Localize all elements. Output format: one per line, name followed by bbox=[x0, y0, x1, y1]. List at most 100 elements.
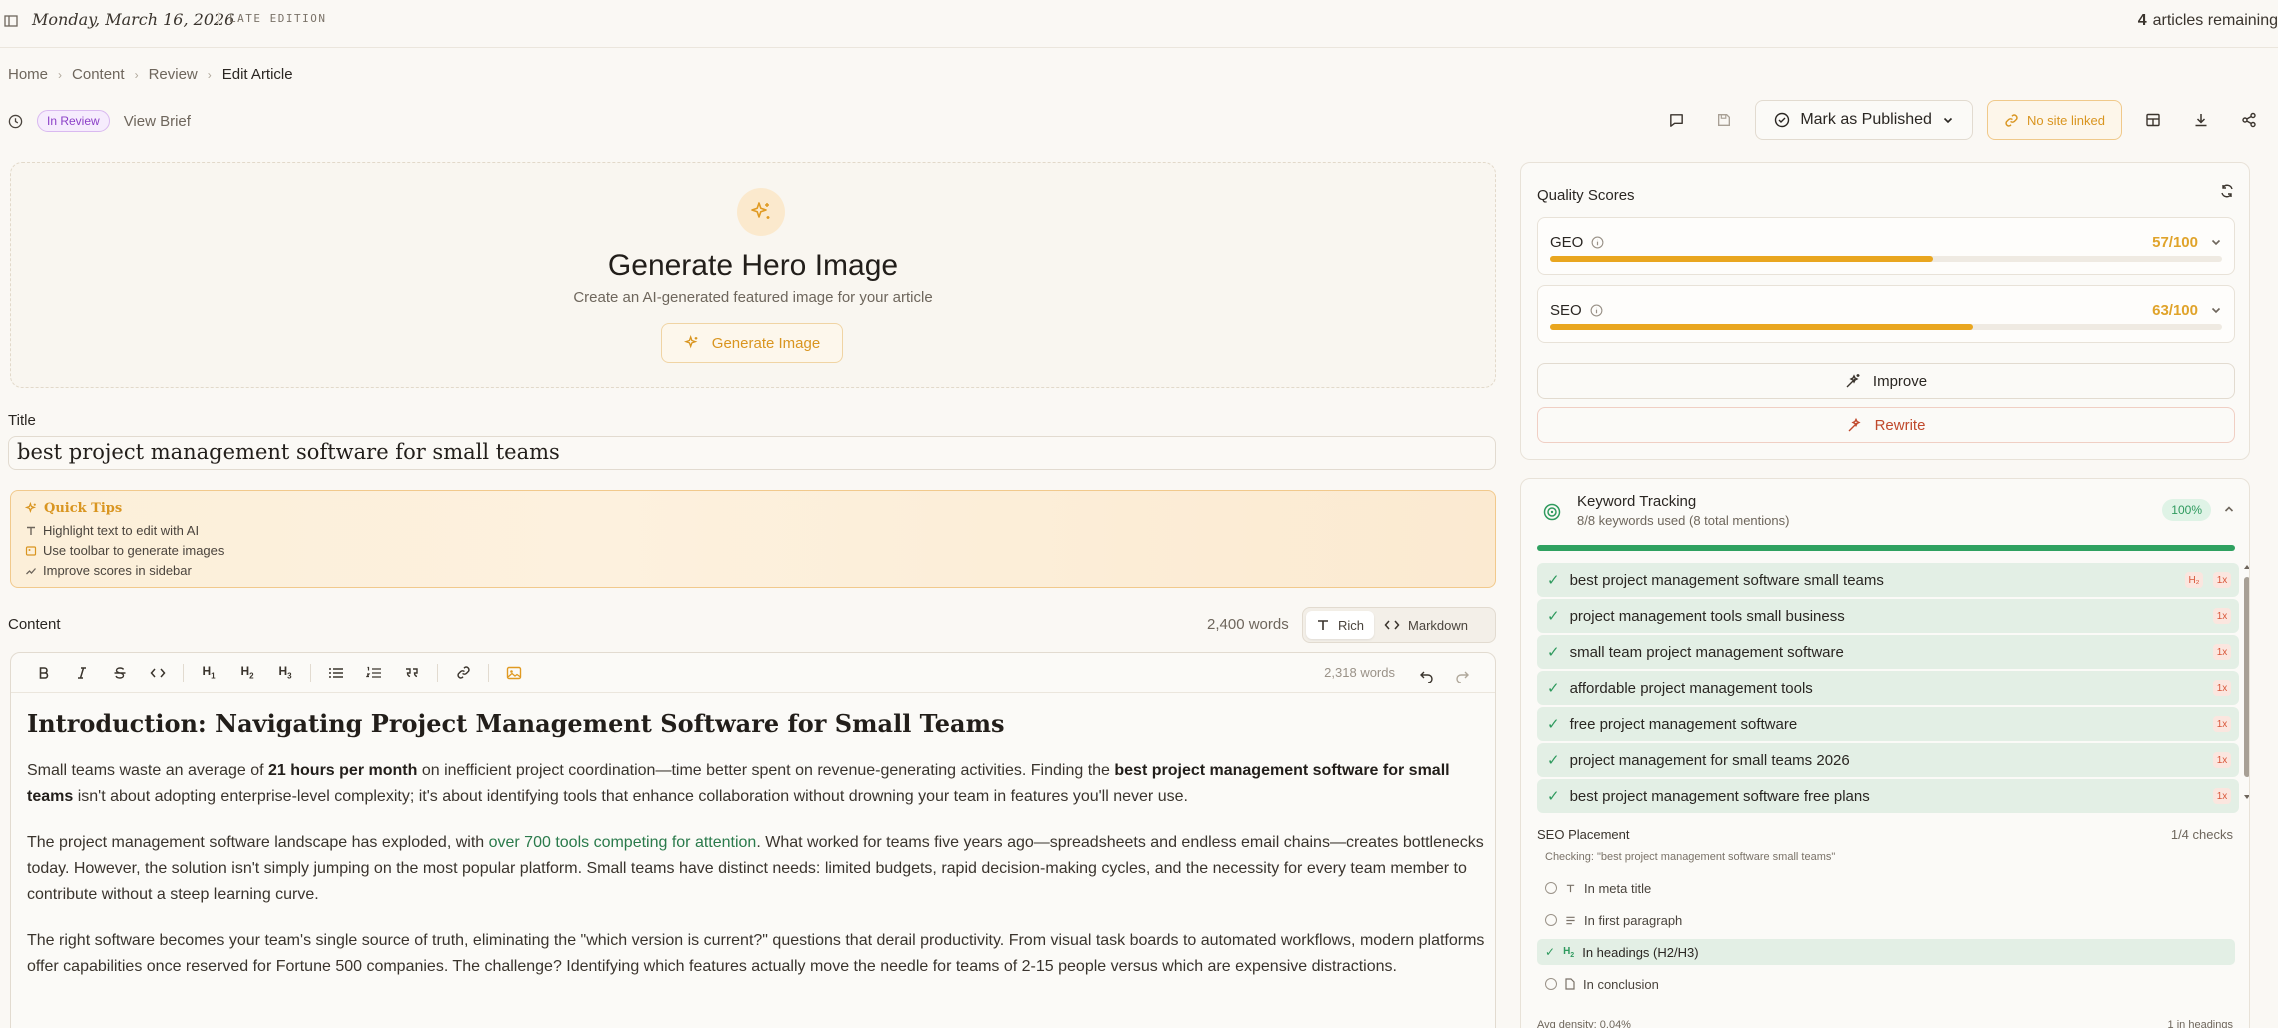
editor-toolbar: H1 H2 H3 bbox=[11, 653, 1495, 693]
layout-icon bbox=[2145, 112, 2161, 128]
breadcrumb-content[interactable]: Content bbox=[72, 66, 125, 83]
download-button[interactable] bbox=[2184, 102, 2218, 138]
tip-item: Use toolbar to generate images bbox=[25, 543, 224, 558]
insert-image-button[interactable] bbox=[495, 658, 533, 688]
article-toolbar: Mark as Published No site linked bbox=[1659, 100, 2266, 140]
paragraph-text: isn't about adopting enterprise-level co… bbox=[73, 788, 1188, 805]
text-icon bbox=[25, 525, 37, 537]
link-button[interactable] bbox=[444, 658, 482, 688]
keyword-count: 1x bbox=[2213, 752, 2231, 768]
geo-score-card[interactable]: GEO 57/100 bbox=[1537, 217, 2235, 275]
check-icon: ✓ bbox=[1545, 945, 1556, 959]
keyword-row[interactable]: ✓ small team project management software… bbox=[1537, 635, 2239, 669]
paragraph-text: Small teams waste an average of bbox=[27, 762, 269, 779]
breadcrumb-review[interactable]: Review bbox=[149, 66, 198, 83]
rich-mode-label: Rich bbox=[1338, 617, 1365, 633]
italic-button[interactable] bbox=[63, 658, 101, 688]
article-heading: Introduction: Navigating Project Managem… bbox=[27, 709, 1005, 738]
numbered-list-button[interactable] bbox=[355, 658, 393, 688]
keyword-row[interactable]: ✓ best project management software free … bbox=[1537, 779, 2239, 813]
redo-button[interactable] bbox=[1443, 661, 1481, 691]
seo-score-value: 63/100 bbox=[2152, 302, 2198, 319]
tip-label: Improve scores in sidebar bbox=[43, 563, 192, 578]
share-button[interactable] bbox=[2232, 102, 2266, 138]
seo-check-row: In meta title bbox=[1537, 875, 2235, 901]
highlighted-link[interactable]: over 700 tools competing for attention bbox=[489, 834, 757, 851]
chevron-up-icon[interactable] bbox=[2223, 503, 2235, 515]
unchecked-circle-icon bbox=[1545, 882, 1557, 894]
bold-text: 21 hours per month bbox=[268, 762, 418, 779]
info-icon bbox=[1591, 236, 1604, 249]
keyword-row[interactable]: ✓ affordable project management tools 1x bbox=[1537, 671, 2239, 705]
title-input[interactable]: best project management software for sma… bbox=[8, 436, 1496, 470]
site-link-button[interactable]: No site linked bbox=[1986, 100, 2122, 140]
code-icon bbox=[150, 666, 166, 680]
bullet-list-icon bbox=[328, 666, 344, 680]
newspaper-icon bbox=[4, 14, 18, 28]
comment-button[interactable] bbox=[1659, 102, 1693, 138]
improve-button[interactable]: Improve bbox=[1537, 363, 2235, 399]
rich-mode-button[interactable]: Rich bbox=[1306, 611, 1375, 639]
refresh-icon bbox=[2219, 183, 2235, 199]
check-icon: ✓ bbox=[1547, 716, 1560, 733]
strikethrough-icon bbox=[113, 666, 127, 680]
bold-icon bbox=[37, 666, 51, 680]
keyword-row[interactable]: ✓ project management for small teams 202… bbox=[1537, 743, 2239, 777]
site-link-label: No site linked bbox=[2026, 112, 2105, 128]
undo-button[interactable] bbox=[1407, 661, 1445, 691]
check-icon: ✓ bbox=[1547, 644, 1560, 661]
chevron-right-icon: › bbox=[58, 67, 63, 82]
quality-scores-panel: Quality Scores GEO 57/100 SEO 63/100 Imp… bbox=[1520, 162, 2250, 460]
seo-checking-keyword: Checking: "best project management softw… bbox=[1545, 851, 1836, 863]
status-badge: In Review bbox=[37, 110, 110, 132]
keyword-coverage-bar bbox=[1537, 545, 2235, 551]
article-paragraph: Small teams waste an average of 21 hours… bbox=[27, 758, 1487, 810]
generate-image-label: Generate Image bbox=[711, 334, 821, 352]
keyword-row[interactable]: ✓ project management tools small busines… bbox=[1537, 599, 2239, 633]
keyword-list-scrollbar[interactable] bbox=[2243, 563, 2249, 803]
word-count: 2,400 words bbox=[1207, 616, 1289, 633]
rich-text-editor[interactable]: H1 H2 H3 2,318 words Introduction: Navig… bbox=[10, 652, 1496, 1028]
keyword-row[interactable]: ✓ best project management software small… bbox=[1537, 563, 2239, 597]
geo-progress-track bbox=[1550, 256, 2222, 262]
bold-button[interactable] bbox=[25, 658, 63, 688]
rewrite-button[interactable]: Rewrite bbox=[1537, 407, 2235, 443]
markdown-mode-button[interactable]: Markdown bbox=[1374, 611, 1478, 639]
unchecked-circle-icon bbox=[1545, 978, 1557, 990]
title-label: Title bbox=[8, 412, 36, 429]
bullet-list-button[interactable] bbox=[317, 658, 355, 688]
heading2-button[interactable]: H2 bbox=[228, 658, 266, 688]
strikethrough-button[interactable] bbox=[101, 658, 139, 688]
seo-placement-title: SEO Placement bbox=[1537, 827, 1630, 842]
save-button[interactable] bbox=[1707, 102, 1741, 138]
unchecked-circle-icon bbox=[1545, 914, 1557, 926]
download-icon bbox=[2193, 112, 2209, 128]
seo-score-card[interactable]: SEO 63/100 bbox=[1537, 285, 2235, 343]
sparkles-icon bbox=[25, 502, 38, 515]
top-bar: Monday, March 16, 2026 LATE EDITION 4 art… bbox=[0, 0, 2278, 48]
view-brief-link[interactable]: View Brief bbox=[124, 113, 191, 130]
keyword-row[interactable]: ✓ free project management software 1x bbox=[1537, 707, 2239, 741]
code-icon bbox=[1384, 618, 1400, 632]
heading-icon: H2 bbox=[1563, 945, 1575, 959]
mark-published-button[interactable]: Mark as Published bbox=[1755, 100, 1973, 140]
heading3-button[interactable]: H3 bbox=[266, 658, 304, 688]
seo-check-label: In meta title bbox=[1584, 880, 1652, 896]
heading-tag: H₂ bbox=[2185, 572, 2203, 588]
generate-image-button[interactable]: Generate Image bbox=[661, 323, 843, 363]
quick-tips-heading: Quick Tips bbox=[25, 501, 122, 516]
keyword-tracking-title: Keyword Tracking bbox=[1577, 493, 1697, 510]
editor-mode-toggle: Rich Markdown bbox=[1302, 607, 1496, 643]
keyword-text: best project management software free pl… bbox=[1569, 787, 1870, 805]
keyword-tracking-summary: 8/8 keywords used (8 total mentions) bbox=[1577, 513, 1790, 528]
refresh-scores-button[interactable] bbox=[2219, 183, 2235, 203]
breadcrumb-home[interactable]: Home bbox=[8, 66, 48, 83]
heading1-button[interactable]: H1 bbox=[190, 658, 228, 688]
inline-code-button[interactable] bbox=[139, 658, 177, 688]
quote-button[interactable] bbox=[393, 658, 431, 688]
chevron-down-icon bbox=[2210, 236, 2222, 248]
breadcrumb: Home › Content › Review › Edit Article bbox=[8, 66, 293, 83]
layout-button[interactable] bbox=[2136, 102, 2170, 138]
redo-icon bbox=[1455, 669, 1470, 683]
geo-label-group: GEO bbox=[1550, 234, 1604, 251]
